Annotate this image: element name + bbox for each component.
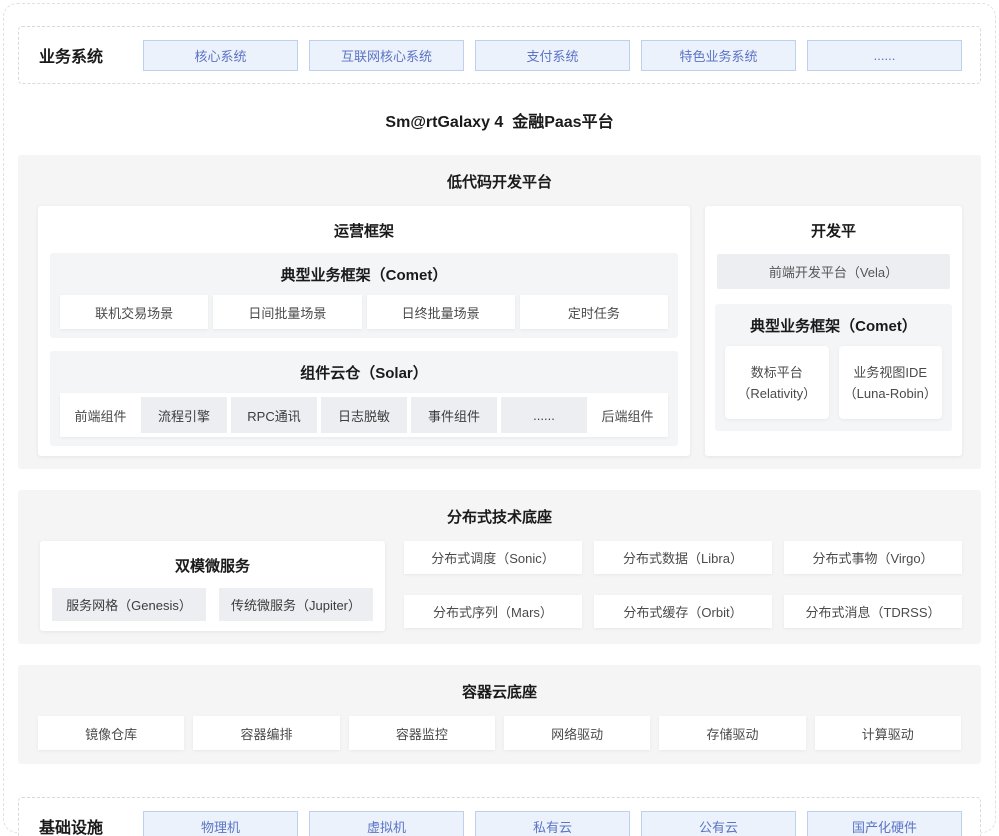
- item-distributed-scheduling-sonic: 分布式调度（Sonic）: [404, 541, 582, 574]
- item-traditional-microservices-jupiter: 传统微服务（Jupiter）: [219, 588, 373, 621]
- item-rpc-communication: RPC通讯: [231, 397, 317, 433]
- container-cloud-title: 容器云底座: [18, 665, 981, 716]
- item-container-orchestration: 容器编排: [193, 716, 339, 750]
- item-relativity-platform: 数标平台 （Relativity）: [725, 346, 829, 419]
- item-luna-robin-ide: 业务视图IDE （Luna-Robin）: [839, 346, 943, 419]
- item-container-monitoring: 容器监控: [349, 716, 495, 750]
- relativity-line1: 数标平台: [751, 362, 803, 383]
- item-scheduled-task: 定时任务: [520, 295, 668, 329]
- card-dual-mode-microservices: 双模微服务 服务网格（Genesis） 传统微服务（Jupiter）: [40, 541, 385, 631]
- typical-business-title: 典型业务框架（Comet）: [60, 253, 668, 295]
- item-log-masking: 日志脱敏: [321, 397, 407, 433]
- item-image-registry: 镜像仓库: [38, 716, 184, 750]
- chip-featured-business-system[interactable]: 特色业务系统: [641, 40, 796, 71]
- subcard-component-cloud: 组件云仓（Solar） 前端组件 流程引擎 RPC通讯 日志脱敏 事件组件 ..…: [50, 351, 678, 446]
- chip-virtual-machine[interactable]: 虚拟机: [309, 811, 464, 836]
- chip-physical-machine[interactable]: 物理机: [143, 811, 298, 836]
- item-daytime-batch-scene: 日间批量场景: [213, 295, 361, 329]
- subcard-typical-business-framework: 典型业务框架（Comet） 联机交易场景 日间批量场景 日终批量场景 定时任务: [50, 253, 678, 338]
- item-distributed-sequence-mars: 分布式序列（Mars）: [404, 595, 582, 628]
- business-systems-strip: 业务系统 核心系统 互联网核心系统 支付系统 特色业务系统 ......: [18, 26, 981, 84]
- card-operation-framework: 运营框架 典型业务框架（Comet） 联机交易场景 日间批量场景 日终批量场景 …: [38, 206, 690, 456]
- item-process-engine: 流程引擎: [141, 397, 227, 433]
- item-backend-components: 后端组件: [591, 397, 664, 433]
- item-more-components: ......: [501, 397, 587, 433]
- distributed-items-grid: 分布式调度（Sonic） 分布式数据（Libra） 分布式事物（Virgo） 分…: [404, 541, 962, 631]
- operation-framework-title: 运营框架: [50, 206, 678, 253]
- item-compute-driver: 计算驱动: [815, 716, 961, 750]
- luna-robin-line2: （Luna-Robin）: [844, 383, 937, 404]
- dev-typical-business-title: 典型业务框架（Comet）: [725, 304, 942, 346]
- card-dev-platform: 开发平 前端开发平台（Vela） 典型业务框架（Comet） 数标平台 （Rel…: [705, 206, 962, 456]
- item-distributed-data-libra: 分布式数据（Libra）: [594, 541, 772, 574]
- section-low-code-platform: 低代码开发平台 运营框架 典型业务框架（Comet） 联机交易场景 日间批量场景…: [18, 155, 981, 469]
- chip-domestic-hardware[interactable]: 国产化硬件: [807, 811, 962, 836]
- item-network-driver: 网络驱动: [504, 716, 650, 750]
- item-storage-driver: 存储驱动: [659, 716, 805, 750]
- item-distributed-transaction-virgo: 分布式事物（Virgo）: [784, 541, 962, 574]
- item-service-mesh-genesis: 服务网格（Genesis）: [52, 588, 206, 621]
- component-cloud-title: 组件云仓（Solar）: [60, 351, 668, 393]
- business-systems-buttons: 核心系统 互联网核心系统 支付系统 特色业务系统 ......: [143, 40, 962, 71]
- infrastructure-strip: 基础设施 物理机 虚拟机 私有云 公有云 国产化硬件: [18, 797, 981, 836]
- chip-public-cloud[interactable]: 公有云: [641, 811, 796, 836]
- item-frontend-components: 前端组件: [64, 397, 137, 433]
- item-event-components: 事件组件: [411, 397, 497, 433]
- infrastructure-label: 基础设施: [39, 814, 143, 836]
- chip-private-cloud[interactable]: 私有云: [475, 811, 630, 836]
- section-distributed-base: 分布式技术底座 双模微服务 服务网格（Genesis） 传统微服务（Jupite…: [18, 490, 981, 644]
- chip-payment-system[interactable]: 支付系统: [475, 40, 630, 71]
- chip-internet-core-system[interactable]: 互联网核心系统: [309, 40, 464, 71]
- chip-more-systems[interactable]: ......: [807, 40, 962, 71]
- business-systems-label: 业务系统: [39, 43, 143, 67]
- luna-robin-line1: 业务视图IDE: [853, 362, 927, 383]
- item-frontend-dev-platform-vela: 前端开发平台（Vela）: [717, 254, 950, 289]
- item-distributed-cache-orbit: 分布式缓存（Orbit）: [594, 595, 772, 628]
- page-title: Sm@rtGalaxy 4 金融Paas平台: [18, 84, 981, 155]
- dual-mode-title: 双模微服务: [52, 541, 373, 588]
- architecture-diagram: 业务系统 核心系统 互联网核心系统 支付系统 特色业务系统 ...... Sm@…: [0, 0, 999, 836]
- dev-platform-title: 开发平: [715, 206, 952, 253]
- item-eod-batch-scene: 日终批量场景: [367, 295, 515, 329]
- distributed-title: 分布式技术底座: [18, 490, 981, 541]
- section-container-cloud-base: 容器云底座 镜像仓库 容器编排 容器监控 网络驱动 存储驱动 计算驱动: [18, 665, 981, 764]
- chip-core-system[interactable]: 核心系统: [143, 40, 298, 71]
- low-code-title: 低代码开发平台: [18, 155, 981, 206]
- item-online-trading-scene: 联机交易场景: [60, 295, 208, 329]
- subcard-dev-typical-business: 典型业务框架（Comet） 数标平台 （Relativity） 业务视图IDE …: [715, 304, 952, 431]
- relativity-line2: （Relativity）: [737, 383, 816, 404]
- infrastructure-buttons: 物理机 虚拟机 私有云 公有云 国产化硬件: [143, 811, 962, 836]
- item-distributed-messaging-tdrss: 分布式消息（TDRSS）: [784, 595, 962, 628]
